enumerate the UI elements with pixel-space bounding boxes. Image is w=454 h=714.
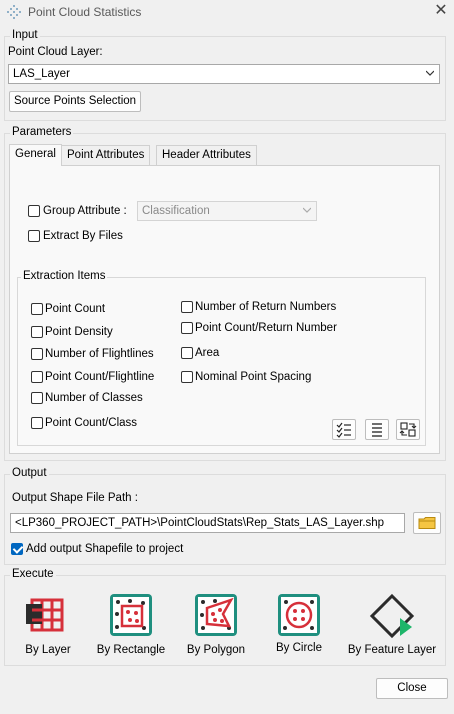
point-count-flightline-label: Point Count/Flightline (45, 371, 155, 383)
by-feature-layer-label: By Feature Layer (347, 644, 437, 656)
extraction-items-label: Extraction Items (21, 270, 108, 282)
point-cloud-layer-label: Point Cloud Layer: (8, 46, 103, 58)
close-button[interactable]: Close (376, 678, 448, 699)
by-layer-label: By Layer (25, 644, 71, 656)
input-group-label: Input (10, 29, 40, 41)
area-label: Area (195, 347, 220, 359)
point-density-label: Point Density (45, 326, 113, 338)
number-of-flightlines-label: Number of Flightlines (45, 348, 154, 360)
by-circle-button[interactable]: By Circle (270, 590, 328, 660)
list-button[interactable] (365, 419, 389, 440)
extract-by-files-checkbox[interactable] (28, 230, 40, 242)
window-title: Point Cloud Statistics (28, 5, 142, 19)
invert-selection-button[interactable] (396, 419, 420, 440)
chevron-down-icon (303, 207, 311, 213)
title-bar: Point Cloud Statistics ✕ (0, 0, 454, 24)
by-circle-label: By Circle (275, 642, 322, 654)
parameters-group-label: Parameters (10, 126, 74, 138)
rectangle-select-icon (110, 594, 152, 636)
point-count-class-checkbox[interactable] (31, 417, 43, 429)
number-of-classes-label: Number of Classes (45, 392, 143, 404)
by-polygon-label: By Polygon (186, 644, 246, 656)
number-of-classes-checkbox[interactable] (31, 392, 43, 404)
group-attribute-select[interactable]: Classification (137, 201, 317, 221)
polygon-select-icon (195, 594, 237, 636)
by-layer-button[interactable]: By Layer (18, 590, 78, 660)
browse-folder-button[interactable] (413, 512, 441, 534)
point-count-checkbox[interactable] (31, 303, 43, 315)
output-group-label: Output (10, 467, 49, 479)
tab-header-attributes[interactable]: Header Attributes (156, 145, 257, 166)
group-attribute-checkbox[interactable] (28, 205, 40, 217)
point-count-return-number-label: Point Count/Return Number (195, 322, 337, 334)
number-of-flightlines-checkbox[interactable] (31, 348, 43, 360)
add-output-shapefile-checkbox[interactable] (11, 543, 23, 555)
execute-group-label: Execute (10, 568, 56, 580)
invert-selection-icon (399, 422, 417, 437)
app-logo-icon (7, 5, 21, 19)
point-count-flightline-checkbox[interactable] (31, 371, 43, 383)
point-count-return-number-checkbox[interactable] (181, 322, 193, 334)
select-all-button[interactable] (332, 419, 356, 440)
point-cloud-layer-select[interactable]: LAS_Layer (8, 64, 440, 84)
select-all-icon (336, 422, 351, 438)
by-rectangle-button[interactable]: By Rectangle (96, 590, 166, 660)
output-path-label: Output Shape File Path : (12, 492, 138, 504)
tab-general[interactable]: General (9, 144, 62, 166)
number-of-return-numbers-checkbox[interactable] (181, 301, 193, 313)
nominal-point-spacing-label: Nominal Point Spacing (195, 371, 312, 383)
extract-by-files-label: Extract By Files (43, 230, 123, 242)
tab-point-attributes[interactable]: Point Attributes (61, 145, 151, 166)
chevron-down-icon (426, 70, 434, 76)
add-output-shapefile-label: Add output Shapefile to project (26, 543, 184, 555)
point-count-label: Point Count (45, 303, 106, 315)
by-feature-layer-button[interactable]: By Feature Layer (346, 590, 438, 660)
output-path-field[interactable]: <LP360_PROJECT_PATH>\PointCloudStats\Rep… (10, 513, 405, 533)
by-polygon-button[interactable]: By Polygon (186, 590, 246, 660)
source-points-selection-button[interactable]: Source Points Selection (9, 91, 141, 112)
folder-icon (418, 517, 436, 529)
nominal-point-spacing-checkbox[interactable] (181, 371, 193, 383)
grid-layer-icon (26, 598, 64, 632)
number-of-return-numbers-label: Number of Return Numbers (195, 301, 337, 313)
by-rectangle-label: By Rectangle (96, 644, 166, 656)
close-window-icon[interactable]: ✕ (432, 2, 450, 20)
list-icon (372, 423, 382, 437)
circle-select-icon (278, 594, 320, 636)
feature-layer-icon (369, 593, 415, 639)
area-checkbox[interactable] (181, 347, 193, 359)
point-count-class-label: Point Count/Class (45, 417, 138, 429)
group-attribute-label: Group Attribute : (43, 205, 127, 217)
point-density-checkbox[interactable] (31, 326, 43, 338)
